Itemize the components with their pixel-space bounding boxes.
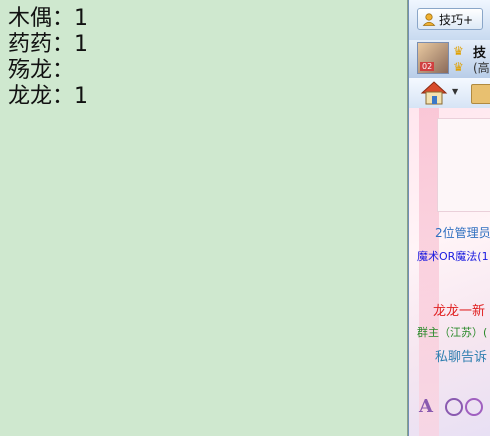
member-name[interactable]: 魔术OR魔法(1 xyxy=(417,248,489,264)
crown-icon: ♛ xyxy=(453,44,464,58)
folder-icon[interactable] xyxy=(471,84,490,104)
home-icon[interactable] xyxy=(419,80,449,106)
private-chat-link[interactable]: 私聊告诉 xyxy=(435,346,487,365)
emoji-icon[interactable] xyxy=(445,398,463,416)
admin-count-text[interactable]: 2位管理员 xyxy=(435,224,490,241)
text-editor[interactable]: 木偶：1 药药：1 殇龙： 龙龙：1 xyxy=(0,0,408,436)
panel-topbar: 技巧+ xyxy=(409,0,490,41)
editor-line: 殇龙： xyxy=(8,58,75,83)
background-decoration xyxy=(419,108,439,436)
group-header: 02 ♛ ♛ 技 (高 xyxy=(409,40,490,78)
font-icon[interactable]: A xyxy=(419,396,433,417)
member-name[interactable]: 群主（江苏）( xyxy=(417,324,487,340)
avatar-level-badge: 02 xyxy=(420,62,435,71)
tips-button[interactable]: 技巧+ xyxy=(417,8,483,30)
user-icon xyxy=(422,13,436,26)
panel-toolbar: ▼ xyxy=(409,78,490,108)
group-avatar[interactable]: 02 xyxy=(417,42,449,74)
announcement-card xyxy=(437,118,490,212)
emoji-icon[interactable] xyxy=(465,398,483,416)
chat-message: 龙龙一新 xyxy=(433,304,486,319)
editor-line: 龙龙：1 xyxy=(8,84,88,109)
chevron-down-icon[interactable]: ▼ xyxy=(452,87,458,96)
chat-area: 2位管理员 魔术OR魔法(1 龙龙一新 群主（江苏）( 私聊告诉 xyxy=(409,108,490,436)
editor-line: 药药：1 xyxy=(8,32,88,57)
crown-icon: ♛ xyxy=(453,60,464,74)
tips-button-label: 技巧+ xyxy=(439,12,474,27)
input-toolbar: A xyxy=(409,390,490,436)
chat-panel: 技巧+ 02 ♛ ♛ 技 (高 ▼ 2位管理员 魔术OR魔法(1 龙龙一新 群主… xyxy=(408,0,490,436)
group-subtitle: (高 xyxy=(473,61,490,75)
editor-line: 木偶：1 xyxy=(8,6,88,31)
